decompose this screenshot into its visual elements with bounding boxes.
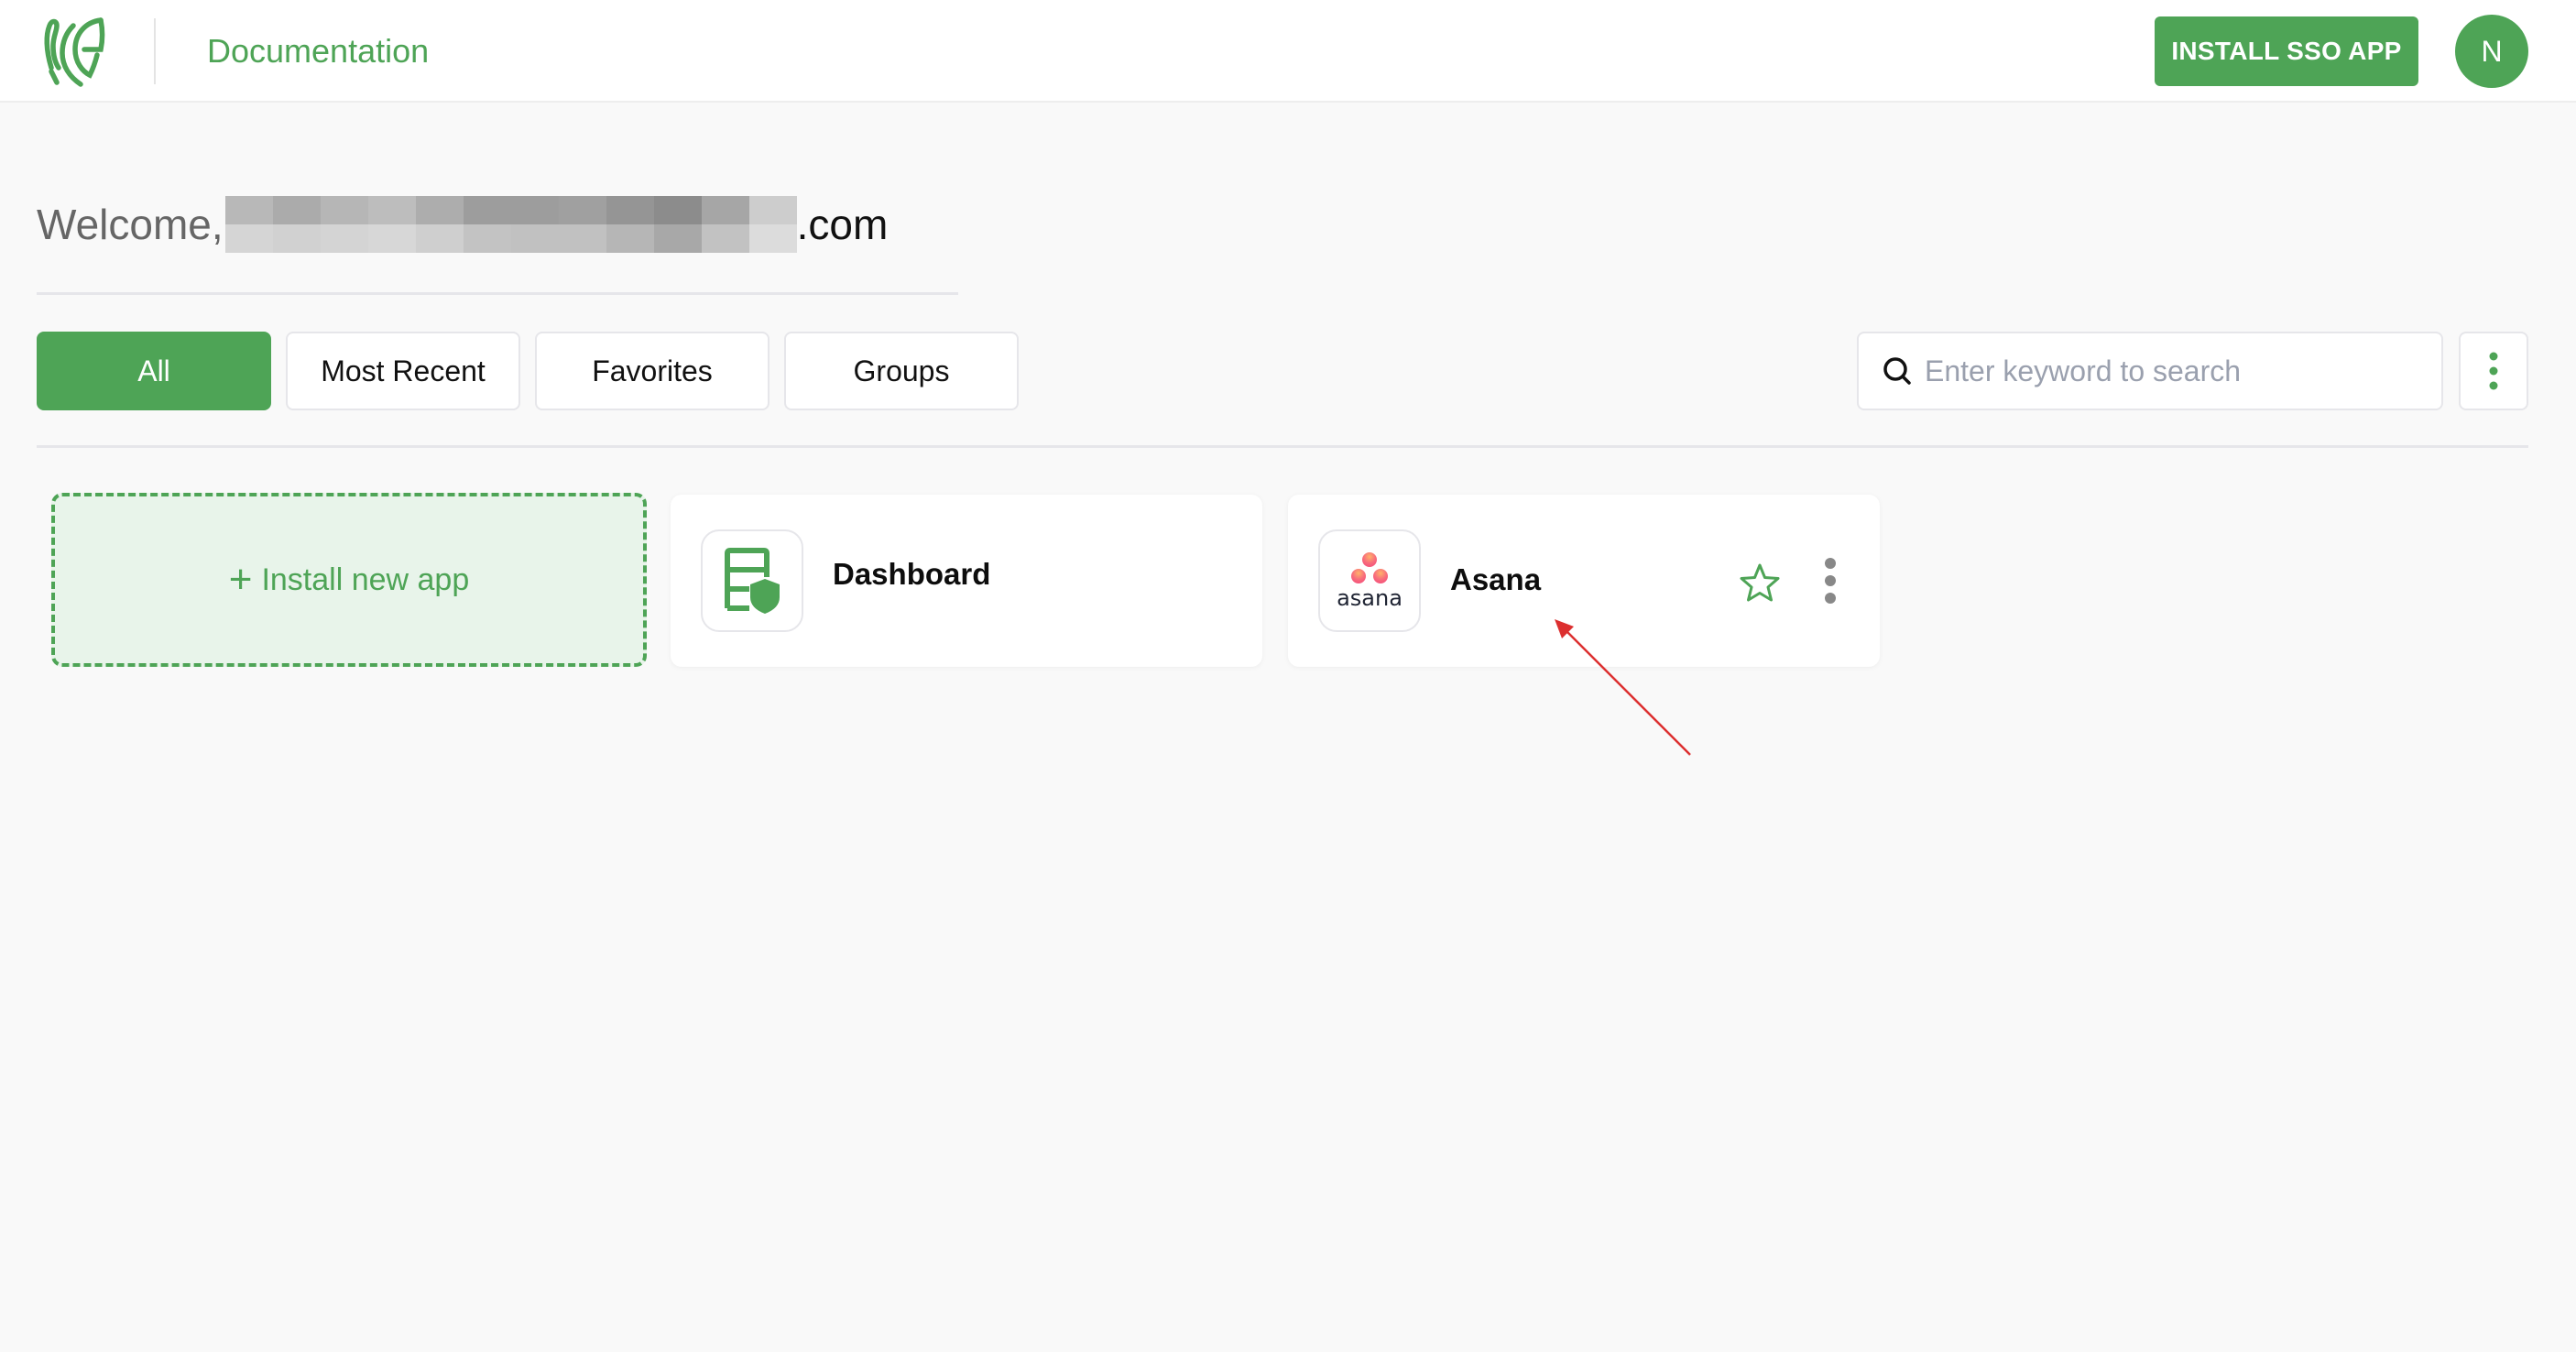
search-input[interactable] (1925, 354, 2438, 388)
tab-favorites[interactable]: Favorites (535, 332, 770, 410)
fingerprint-shield-logo-icon[interactable] (40, 13, 108, 90)
redacted-email (224, 196, 797, 253)
vertical-ellipsis-icon (2489, 352, 2498, 390)
asana-logo-icon: asana (1337, 552, 1403, 611)
welcome-suffix: .com (796, 201, 889, 248)
app-card-dashboard[interactable]: Dashboard (671, 495, 1262, 667)
install-new-app-label: Install new app (261, 562, 470, 597)
section-divider (37, 445, 2528, 448)
app-icon-container (701, 529, 803, 632)
search-box[interactable] (1857, 332, 2443, 410)
tab-most-recent[interactable]: Most Recent (286, 332, 520, 410)
tab-groups[interactable]: Groups (784, 332, 1019, 410)
top-header: Documentation INSTALL SSO APP N (0, 0, 2576, 103)
favorite-star-icon[interactable] (1739, 562, 1781, 603)
welcome-message: Welcome, .com (37, 196, 888, 253)
app-name[interactable]: Dashboard (833, 557, 990, 592)
tab-all[interactable]: All (37, 332, 271, 410)
welcome-prefix: Welcome, (37, 201, 224, 248)
install-sso-app-button[interactable]: INSTALL SSO APP (2155, 16, 2418, 86)
welcome-divider (37, 292, 958, 295)
app-name[interactable]: Asana (1450, 562, 1541, 597)
svg-text:asana: asana (1337, 585, 1403, 611)
dashboard-shield-icon (725, 548, 780, 614)
install-new-app-card[interactable]: + Install new app (51, 493, 647, 667)
app-card-menu-icon[interactable] (1819, 557, 1841, 608)
search-icon (1883, 357, 1911, 385)
more-options-button[interactable] (2459, 332, 2528, 410)
app-card-asana[interactable]: asana Asana (1288, 495, 1880, 667)
app-title[interactable]: Documentation (207, 31, 429, 71)
app-icon-container: asana (1318, 529, 1421, 632)
plus-icon: + (228, 557, 253, 602)
user-avatar[interactable]: N (2455, 15, 2528, 88)
header-divider (154, 18, 156, 84)
